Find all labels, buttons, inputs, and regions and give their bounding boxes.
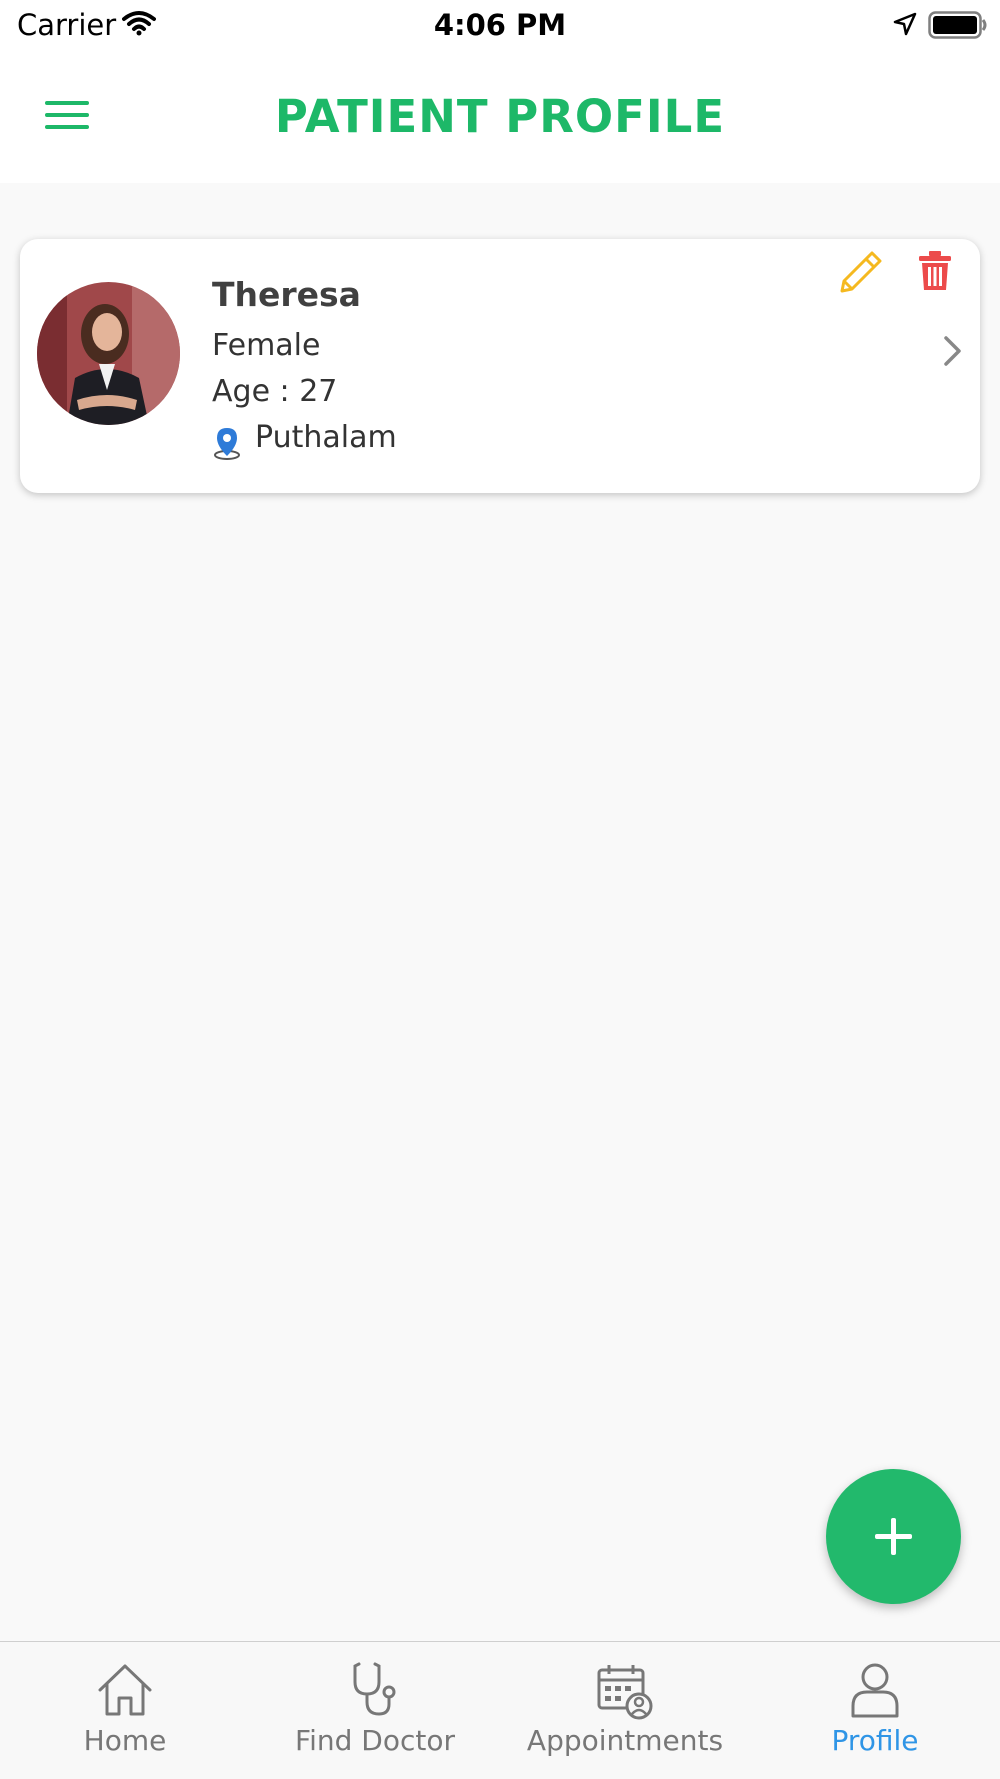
location-arrow-icon (893, 12, 917, 40)
patient-avatar (37, 282, 180, 425)
app-header: PATIENT PROFILE (0, 52, 1000, 183)
tab-appointments[interactable]: Appointments (500, 1642, 750, 1779)
plus-icon (875, 1518, 912, 1555)
delete-trash-icon[interactable] (918, 250, 952, 292)
home-icon (95, 1660, 155, 1724)
stethoscope-icon (345, 1660, 405, 1724)
tab-find-doctor[interactable]: Find Doctor (250, 1642, 500, 1779)
tab-profile-label: Profile (831, 1724, 919, 1757)
location-pin-icon (212, 426, 242, 464)
patient-gender: Female (212, 328, 321, 363)
chevron-right-icon[interactable] (942, 334, 964, 372)
status-time: 4:06 PM (433, 8, 567, 42)
tab-appointments-label: Appointments (526, 1724, 724, 1757)
edit-pencil-icon[interactable] (838, 249, 884, 295)
patient-location: Puthalam (255, 420, 397, 455)
add-patient-button[interactable] (826, 1469, 961, 1604)
tab-home-label: Home (83, 1724, 167, 1757)
status-bar: Carrier 4:06 PM (0, 0, 1000, 52)
bottom-tab-bar: Home Find Doctor Appointments Profile (0, 1641, 1000, 1779)
tab-find-doctor-label: Find Doctor (295, 1724, 455, 1757)
patient-card[interactable]: Theresa Female Age : 27 Puthalam (20, 239, 980, 493)
patient-age: Age : 27 (212, 374, 338, 409)
battery-icon (928, 11, 988, 43)
calendar-icon (595, 1660, 655, 1724)
user-icon (845, 1660, 905, 1724)
page-title: PATIENT PROFILE (274, 90, 726, 143)
patient-name: Theresa (212, 275, 361, 314)
tab-profile[interactable]: Profile (750, 1642, 1000, 1779)
tab-home[interactable]: Home (0, 1642, 250, 1779)
